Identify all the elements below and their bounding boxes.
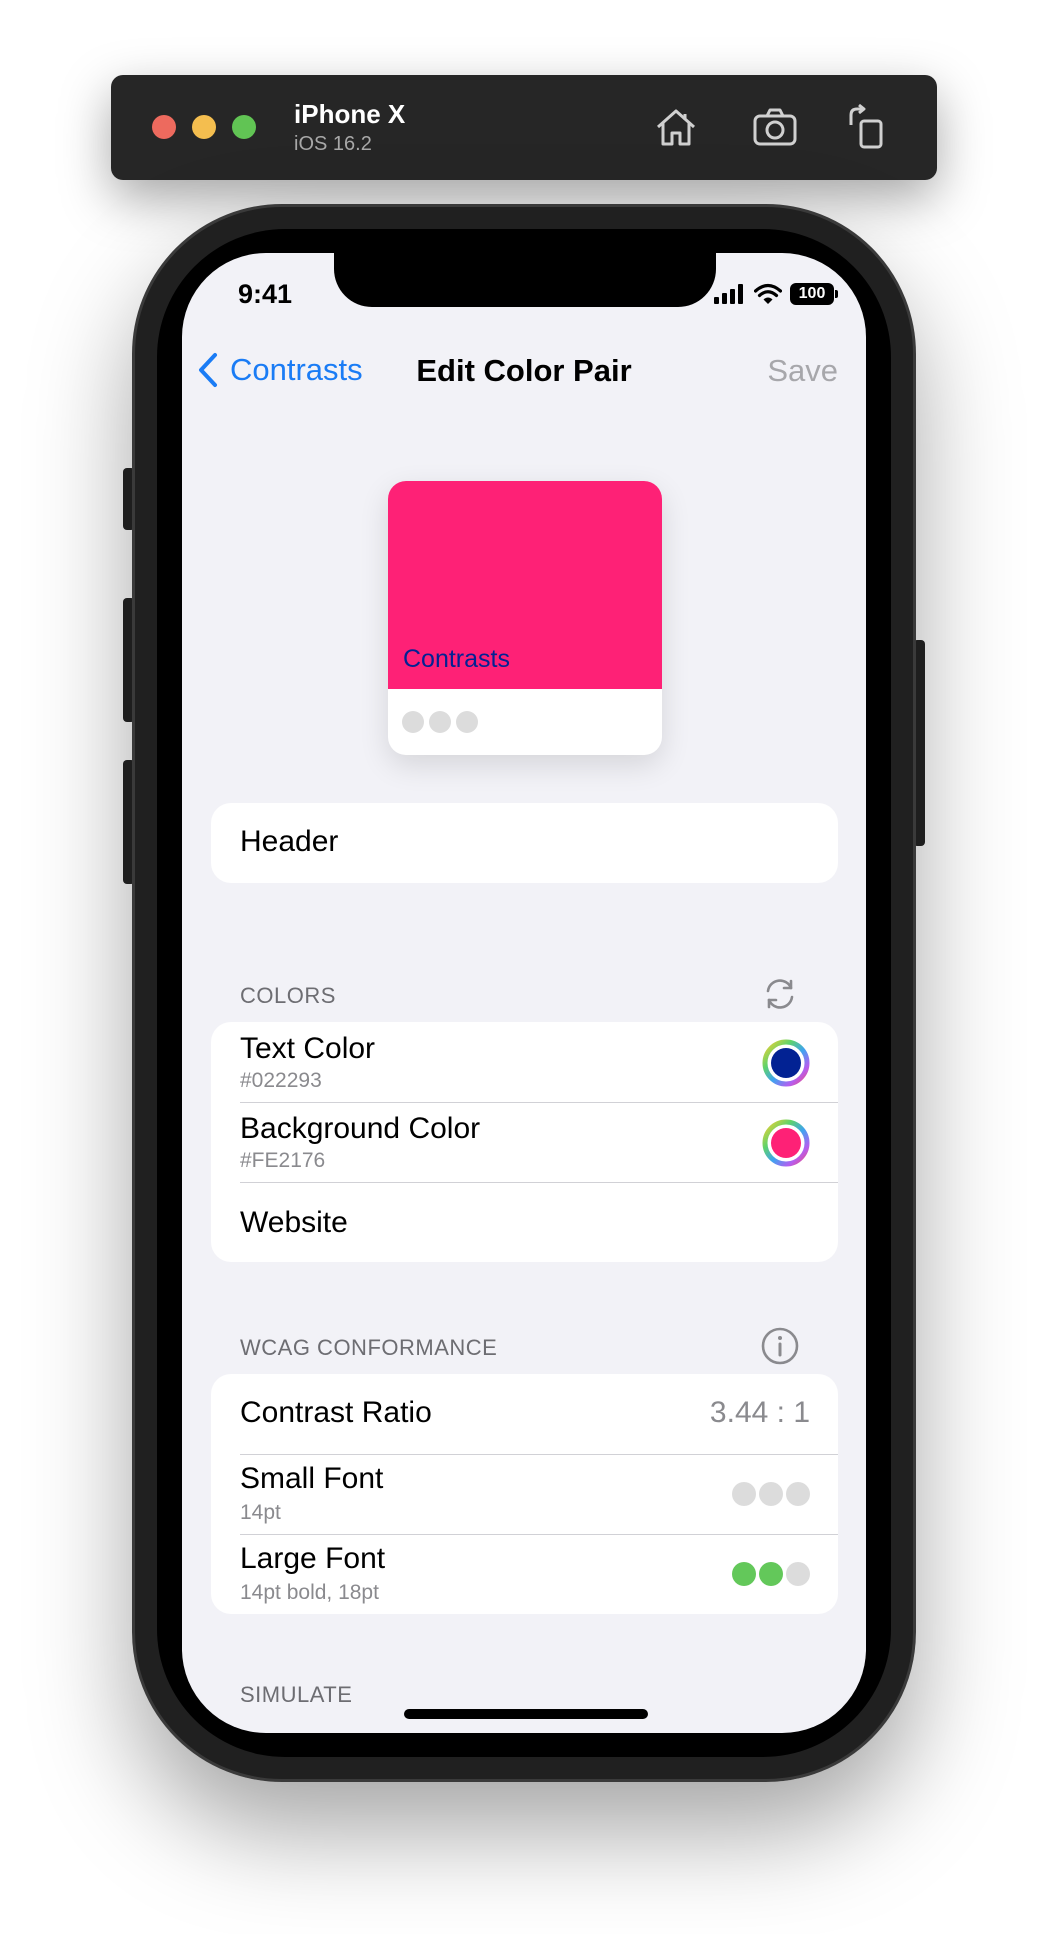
rating-dot: [456, 711, 478, 733]
colors-group: Text Color #022293 Background Color #FE2…: [211, 1022, 838, 1262]
app-screen: 9:41 100 Contrasts Edit Color Pair Save …: [182, 253, 866, 1733]
header-field[interactable]: Header: [211, 803, 838, 883]
background-color-picker[interactable]: [762, 1119, 810, 1167]
save-button[interactable]: Save: [767, 353, 838, 389]
battery-icon: 100: [790, 283, 834, 305]
device-name: iPhone X: [294, 99, 406, 129]
text-color-picker[interactable]: [762, 1039, 810, 1087]
rating-dot-fail: [759, 1482, 783, 1506]
preview-background: Contrasts: [388, 481, 662, 689]
rating-dot-fail: [786, 1482, 810, 1506]
background-color-hex: #FE2176: [240, 1149, 326, 1172]
zoom-window-button[interactable]: [232, 115, 256, 139]
info-icon[interactable]: [760, 1326, 800, 1366]
rating-dot: [402, 711, 424, 733]
background-color-label: Background Color: [240, 1112, 481, 1145]
notch: [334, 253, 716, 307]
rating-dot-fail: [786, 1562, 810, 1586]
website-label: Website: [240, 1206, 348, 1239]
background-color-row[interactable]: Background Color #FE2176: [211, 1102, 838, 1182]
minimize-window-button[interactable]: [192, 115, 216, 139]
cellular-signal-icon: [714, 284, 743, 304]
home-icon[interactable]: [652, 103, 700, 151]
header-field-value: Header: [240, 825, 339, 858]
small-font-label: Small Font: [240, 1462, 384, 1495]
small-font-row: Small Font 14pt: [211, 1454, 838, 1534]
small-font-subtitle: 14pt: [240, 1501, 281, 1524]
wcag-group: Contrast Ratio 3.44 : 1 Small Font 14pt …: [211, 1374, 838, 1614]
large-font-row: Large Font 14pt bold, 18pt: [211, 1534, 838, 1614]
status-icons: 100: [714, 283, 838, 305]
large-font-subtitle: 14pt bold, 18pt: [240, 1581, 379, 1604]
contrast-ratio-label: Contrast Ratio: [240, 1396, 432, 1429]
text-color-hex: #022293: [240, 1069, 322, 1092]
rating-dot: [429, 711, 451, 733]
colors-section-header: COLORS: [240, 983, 336, 1008]
large-font-rating: [732, 1562, 810, 1586]
text-color-label: Text Color: [240, 1032, 376, 1065]
rating-dot-fail: [732, 1482, 756, 1506]
refresh-icon[interactable]: [760, 974, 800, 1014]
wcag-section-header: WCAG CONFORMANCE: [240, 1335, 498, 1360]
close-window-button[interactable]: [152, 115, 176, 139]
device-os-version: iOS 16.2: [294, 133, 372, 155]
page-title: Edit Color Pair: [416, 353, 632, 388]
home-indicator[interactable]: [404, 1709, 648, 1719]
color-pair-preview: Contrasts: [388, 481, 662, 755]
rating-dot-pass: [732, 1562, 756, 1586]
text-color-row[interactable]: Text Color #022293: [211, 1022, 838, 1102]
header-field-group: Header: [211, 803, 838, 883]
rating-dot-pass: [759, 1562, 783, 1586]
contrast-ratio-row: Contrast Ratio 3.44 : 1: [211, 1374, 838, 1454]
wifi-icon: [754, 283, 782, 304]
status-time: 9:41: [238, 279, 293, 309]
screenshot-icon[interactable]: [751, 103, 799, 151]
small-font-rating: [732, 1482, 810, 1506]
rotate-icon[interactable]: [841, 103, 889, 151]
website-row[interactable]: Website: [211, 1182, 838, 1262]
preview-sample-text: Contrasts: [403, 645, 510, 673]
large-font-label: Large Font: [240, 1542, 386, 1575]
contrast-ratio-value: 3.44 : 1: [709, 1396, 810, 1429]
preview-rating: [402, 711, 478, 733]
simulator-toolbar: iPhone X iOS 16.2: [111, 75, 937, 180]
battery-tip: [835, 290, 838, 298]
simulate-section-header: SIMULATE: [240, 1682, 353, 1707]
